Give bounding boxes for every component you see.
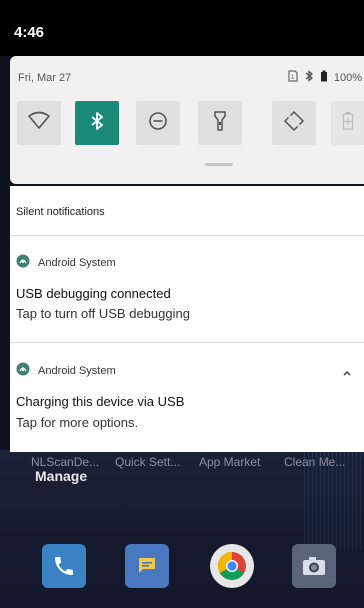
notification-app-name: Android System [38, 256, 116, 269]
notification-app-row: Android System [16, 362, 116, 379]
battery-saver-icon [342, 111, 354, 136]
notification-text: Tap to turn off USB debugging [16, 306, 190, 321]
bluetooth-status-icon [304, 70, 314, 85]
app-label-app-market[interactable]: App Market [199, 455, 260, 469]
notification-app-name: Android System [38, 364, 116, 377]
camera-icon[interactable] [292, 544, 336, 588]
qs-date[interactable]: Fri, Mar 27 [18, 72, 71, 84]
quick-settings-panel: Fri, Mar 27 1 100% [10, 56, 364, 184]
tile-flashlight[interactable] [198, 101, 242, 145]
notification-title: USB debugging connected [16, 286, 171, 301]
tile-wifi[interactable] [17, 101, 61, 145]
notification-text: Tap for more options. [16, 415, 139, 430]
flashlight-icon [213, 110, 227, 137]
battery-status-icon [320, 70, 328, 85]
chrome-icon[interactable] [210, 544, 254, 588]
rotate-icon [283, 110, 305, 137]
silent-notifications-header: Silent notifications [16, 206, 105, 218]
manage-label[interactable]: Manage [35, 468, 87, 484]
android-system-icon [16, 254, 30, 271]
tile-bluetooth[interactable] [75, 101, 119, 145]
qs-status-icons: 1 100% [288, 70, 362, 85]
divider [10, 235, 364, 236]
dnd-icon [148, 111, 168, 136]
sim-icon: 1 [288, 70, 298, 85]
battery-percent: 100% [333, 71, 362, 84]
messages-icon[interactable] [125, 544, 169, 588]
app-label-clean-me[interactable]: Clean Me... [284, 455, 345, 469]
notification-app-row: Android System [16, 254, 116, 271]
notification-title: Charging this device via USB [16, 394, 185, 409]
divider [10, 342, 364, 343]
qs-drag-handle[interactable] [205, 163, 233, 166]
svg-text:1: 1 [291, 75, 295, 81]
app-label-nlscan[interactable]: NLScanDe... [31, 455, 99, 469]
phone-icon[interactable] [42, 544, 86, 588]
android-system-icon [16, 362, 30, 379]
tile-do-not-disturb[interactable] [136, 101, 180, 145]
bluetooth-icon [90, 111, 104, 136]
app-label-quick-settings[interactable]: Quick Sett... [115, 455, 180, 469]
tile-battery-saver[interactable] [331, 101, 364, 145]
status-bar: 4:46 [0, 0, 364, 56]
tile-auto-rotate[interactable] [272, 101, 316, 145]
wifi-icon [27, 111, 51, 136]
notification-shade: Silent notifications Android System USB … [10, 186, 364, 452]
status-time: 4:46 [14, 24, 45, 41]
chevron-up-icon[interactable] [342, 364, 352, 382]
